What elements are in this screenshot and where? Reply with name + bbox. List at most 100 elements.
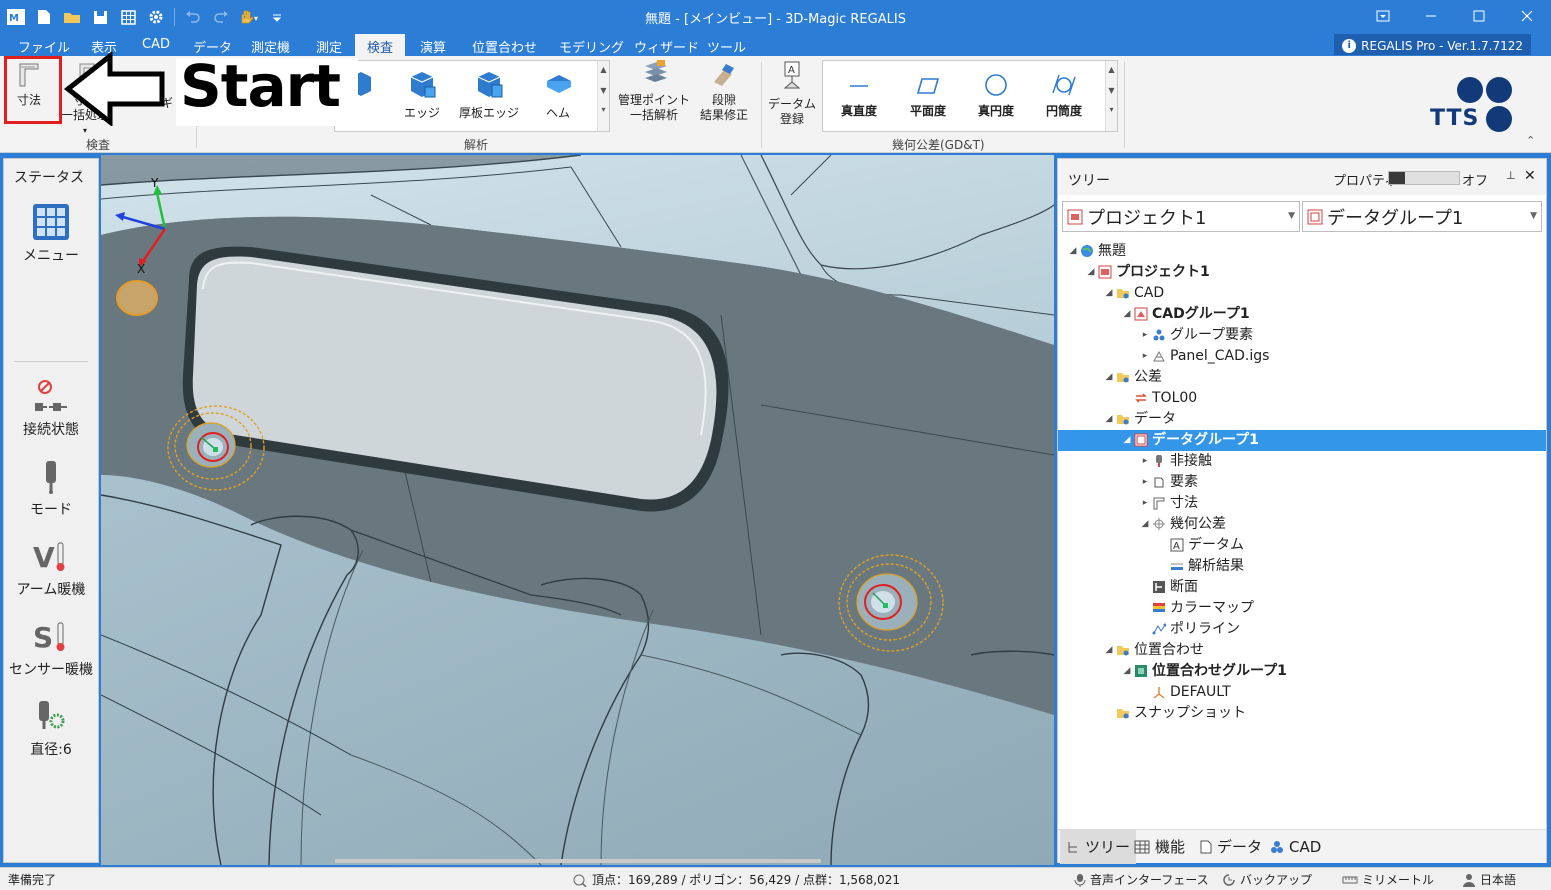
close-panel-icon[interactable]: ✕ [1524,168,1536,184]
gdt-gallery-scroll[interactable]: ▲ ▼ ▾ [1105,61,1117,131]
tree-node-label: 無題 [1098,243,1126,259]
tree-node[interactable]: ▸ 非接触 [1058,451,1546,472]
collapse-icon[interactable]: ◢ [1104,409,1114,430]
collapse-ribbon-icon[interactable]: ⌃ [1526,134,1535,147]
tree-node[interactable]: ◢ プロジェクト1 [1058,262,1546,283]
ribbon-display-options-icon[interactable] [1359,0,1407,32]
step-result-correction-button[interactable]: 段隙 結果修正 [694,60,754,123]
datagroup-combo[interactable]: データグループ1 ▼ [1302,201,1542,232]
collapse-icon[interactable]: ◢ [1104,640,1114,661]
diameter-button[interactable]: 直径:6 [4,699,98,759]
tab-alignment[interactable]: 位置合わせ [472,37,537,56]
tab-cad[interactable]: CAD [142,37,170,52]
collapse-icon[interactable]: ◢ [1068,241,1078,262]
3d-viewport[interactable]: Y X [101,155,1054,865]
tab-cad-panel[interactable]: CAD [1264,830,1327,864]
tree-node[interactable]: ◢ CADグループ1 [1058,304,1546,325]
hem-button[interactable]: ヘム [533,69,583,121]
straightness-button[interactable]: 真直度 [833,71,885,119]
tab-data-panel[interactable]: データ [1194,830,1268,864]
expand-icon[interactable]: ▸ [1140,493,1150,514]
tree-node[interactable]: ▸ Panel_CAD.igs [1058,346,1546,367]
project-combo[interactable]: プロジェクト1 ▼ [1062,201,1300,232]
tab-inspection[interactable]: 検査 [355,34,406,56]
tab-file[interactable]: ファイル [18,37,70,56]
tree-node[interactable]: ◢ 位置合わせ [1058,640,1546,661]
collapse-icon[interactable]: ◢ [1122,661,1132,682]
language-selector[interactable]: 日本語 [1462,871,1516,888]
status-panel-title: ステータス [14,170,84,186]
sensor-warmup-button[interactable]: S センサー暖機 [4,619,98,679]
arm-warmup-button[interactable]: V アーム暖機 [4,539,98,599]
collapse-icon[interactable]: ◢ [1122,304,1132,325]
result-icon [1170,559,1184,573]
tree-node-label: 解析結果 [1188,558,1244,574]
maximize-button[interactable] [1455,0,1503,32]
management-point-batch-button[interactable]: 管理ポイント 一括解析 [618,60,690,123]
unit-selector[interactable]: ミリメートル [1342,871,1434,888]
tree-node[interactable]: 解析結果 [1058,556,1546,577]
pin-icon[interactable]: ᵖ [78,169,82,180]
gallery-scroll[interactable]: ▲ ▼ ▾ [597,61,609,131]
tab-calculation[interactable]: 演算 [420,37,446,56]
tree-node[interactable]: ◢ 幾何公差 [1058,514,1546,535]
collapse-icon[interactable]: ◢ [1104,367,1114,388]
tree-node[interactable]: ◢ 公差 [1058,367,1546,388]
tree-node[interactable]: ◢ データ [1058,409,1546,430]
tab-tree[interactable]: ツリー [1060,830,1137,864]
connection-status-button[interactable]: 接続状態 [4,379,98,439]
close-button[interactable] [1503,0,1551,32]
tree-node[interactable]: ポリライン [1058,619,1546,640]
tree-node[interactable]: ▸ 寸法 [1058,493,1546,514]
gallery-scroll-down-icon[interactable]: ▼ [598,86,609,95]
tab-tools[interactable]: ツール [707,37,746,56]
tree-node[interactable]: DEFAULT [1058,682,1546,703]
tab-wizard[interactable]: ウィザード [634,37,699,56]
tree-node-label: スナップショット [1134,705,1246,721]
tree-node[interactable]: カラーマップ [1058,598,1546,619]
gallery-expand-icon[interactable]: ▾ [1106,105,1117,114]
edge-button[interactable]: エッジ [399,69,445,121]
pin-icon[interactable]: ⊥ [1506,169,1516,182]
tree-node[interactable]: ▸ 要素 [1058,472,1546,493]
gallery-scroll-up-icon[interactable]: ▲ [1106,65,1117,74]
tree-node[interactable]: ▸ グループ要素 [1058,325,1546,346]
analysis-gallery: エッジ 厚板エッジ ヘム ▲ ▼ ▾ [334,60,610,132]
collapse-icon[interactable]: ◢ [1104,283,1114,304]
menu-button[interactable]: メニュー [4,203,98,265]
expand-icon[interactable]: ▸ [1140,472,1150,493]
thick-edge-button[interactable]: 厚板エッジ [459,69,519,121]
gallery-scroll-up-icon[interactable]: ▲ [598,65,609,74]
expand-icon[interactable]: ▸ [1140,451,1150,472]
tree-node-label: グループ要素 [1170,327,1254,343]
tree-node[interactable]: ◢ 位置合わせグループ1 [1058,661,1546,682]
svg-text:A: A [788,65,795,76]
viewport-scrollbar[interactable] [335,859,821,863]
gallery-expand-icon[interactable]: ▾ [598,105,609,114]
tree-node[interactable]: 断面 [1058,577,1546,598]
datum-register-button[interactable]: A データム 登録 [766,60,818,127]
property-toggle[interactable] [1388,171,1460,185]
collapse-icon[interactable]: ◢ [1122,430,1132,451]
collapse-icon[interactable]: ◢ [1140,514,1150,535]
tab-modeling[interactable]: モデリング [559,37,624,56]
roundness-button[interactable]: 真円度 [969,71,1023,119]
minimize-button[interactable] [1407,0,1455,32]
mode-button[interactable]: モード [4,459,98,519]
flatness-button[interactable]: 平面度 [901,71,955,119]
tree-node[interactable]: ◢ CAD [1058,283,1546,304]
tree-node[interactable]: A データム [1058,535,1546,556]
tree-node[interactable]: ◢ 無題 [1058,241,1546,262]
voice-interface[interactable]: 音声インターフェース [1074,871,1209,888]
backup[interactable]: バックアップ [1222,871,1312,888]
expand-icon[interactable]: ▸ [1140,325,1150,346]
cylindricity-button[interactable]: 円筒度 [1037,71,1091,119]
gallery-scroll-down-icon[interactable]: ▼ [1106,86,1117,95]
tree-node[interactable]: スナップショット [1058,703,1546,724]
tree-node[interactable]: ◢ データグループ1 [1058,430,1546,451]
tab-function[interactable]: 機能 [1128,830,1191,864]
expand-icon[interactable]: ▸ [1140,346,1150,367]
folder-icon [1116,286,1130,300]
tree-node[interactable]: TOL00 [1058,388,1546,409]
collapse-icon[interactable]: ◢ [1086,262,1096,283]
